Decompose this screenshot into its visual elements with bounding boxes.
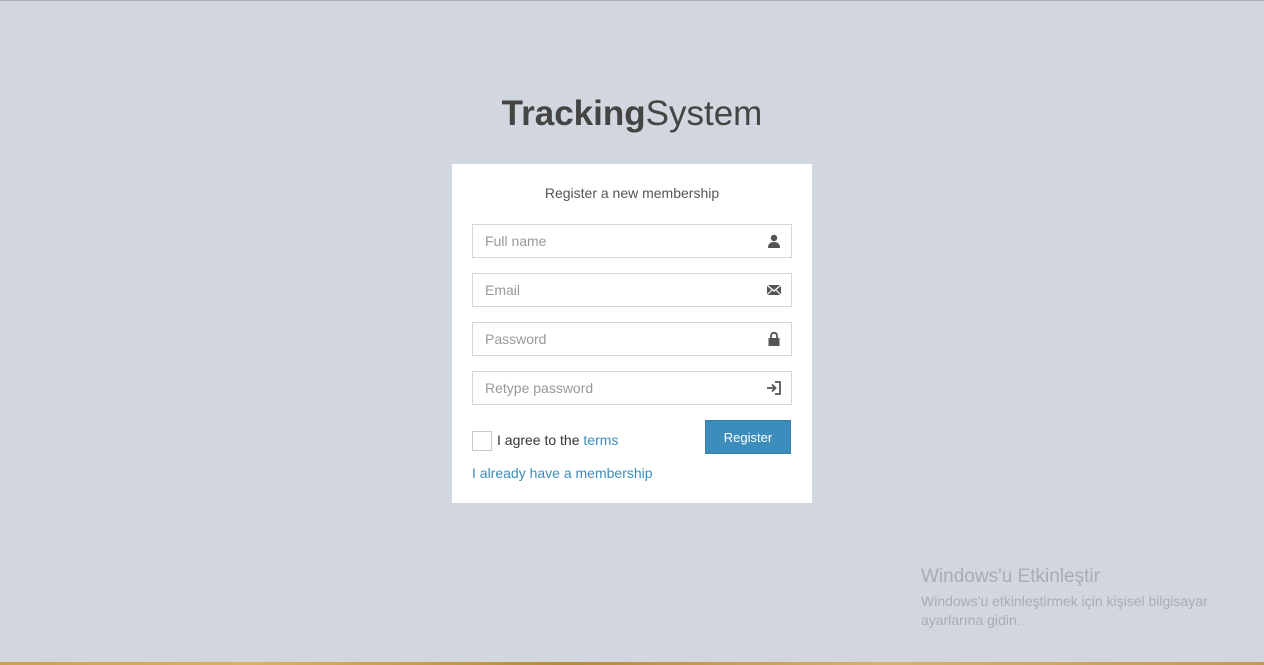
password-field (472, 322, 792, 356)
full-name-field (472, 224, 792, 258)
windows-activation-title: Windows'u Etkinleştir (921, 566, 1100, 587)
agree-label: I agree to the terms (497, 432, 618, 448)
lock-icon (766, 331, 782, 347)
log-in-icon (766, 380, 782, 396)
agree-text: I agree to the (497, 432, 580, 448)
envelope-icon (766, 282, 782, 298)
terms-link[interactable]: terms (583, 432, 618, 448)
terms-checkbox[interactable] (472, 431, 492, 451)
top-border (0, 0, 1264, 1)
password-input[interactable] (473, 323, 755, 355)
email-input[interactable] (473, 274, 755, 306)
logo-bold-text: Tracking (501, 94, 646, 133)
register-button[interactable]: Register (705, 420, 791, 454)
register-box-message: Register a new membership (544, 185, 720, 201)
register-box: Register a new membership Full name Emai… (452, 164, 812, 503)
email-field (472, 273, 792, 307)
retype-password-input[interactable] (473, 372, 755, 404)
windows-activation-text: Windows'u etkinleştirmek için kişisel bi… (921, 593, 1208, 628)
full-name-input[interactable] (473, 225, 755, 257)
user-icon (766, 233, 782, 249)
already-member-link[interactable]: I already have a membership (472, 465, 653, 481)
app-logo[interactable]: TrackingSystem (0, 92, 1264, 136)
logo-light-text: System (645, 94, 763, 133)
retype-password-field (472, 371, 792, 405)
